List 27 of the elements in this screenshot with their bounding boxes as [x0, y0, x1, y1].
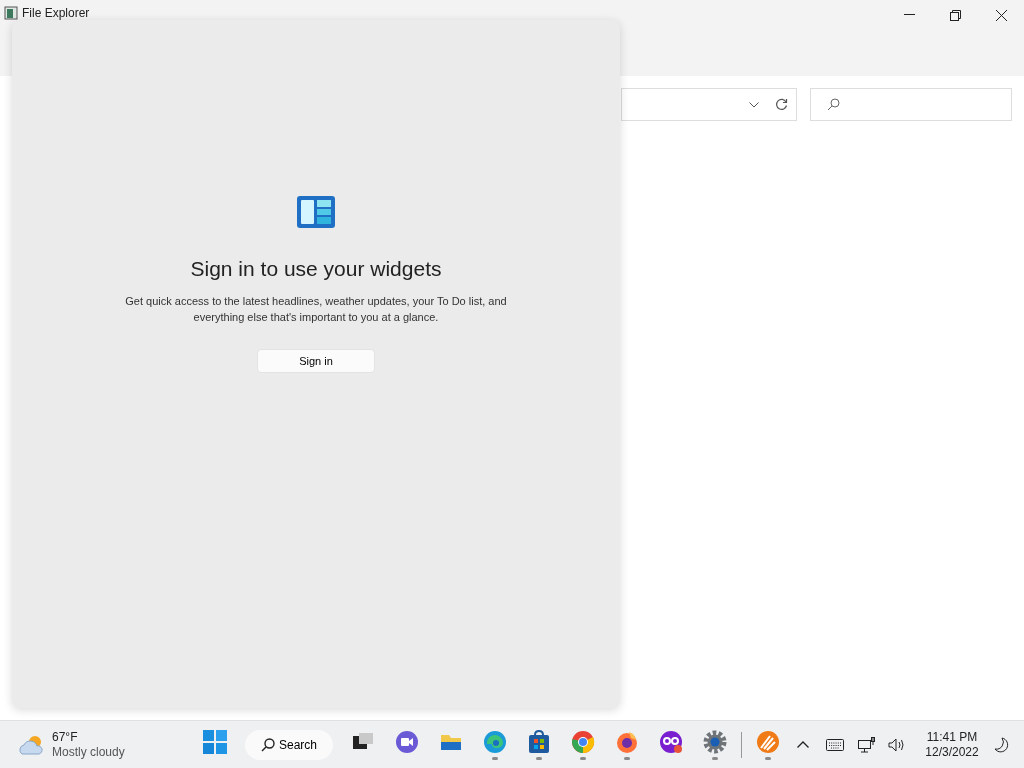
panel-description: Get quick access to the latest headlines, weather updates, your To Do list, and everything else that's important to you at a glance. [124, 293, 508, 325]
window-title: File Explorer [22, 5, 90, 22]
browser-icon [571, 729, 595, 754]
chevron-down-icon[interactable] [749, 101, 759, 108]
restore-icon [949, 9, 961, 21]
windows-logo-icon [202, 729, 227, 754]
chat-icon [395, 729, 419, 754]
store-icon [527, 729, 551, 754]
weather-condition: Mostly cloudy [52, 744, 125, 760]
app-icon [756, 729, 780, 754]
refresh-icon[interactable] [775, 98, 788, 111]
sign-in-button[interactable]: Sign in [257, 348, 375, 373]
panel-heading: Sign in to use your widgets [190, 256, 442, 283]
widgets-icon [296, 195, 336, 230]
gear-icon [703, 729, 727, 754]
search-field[interactable] [810, 88, 1012, 121]
search-button[interactable]: Search [244, 729, 333, 760]
browser-icon [483, 729, 507, 754]
cloud-sun-icon [18, 733, 44, 756]
mask-icon [659, 729, 683, 754]
minimize-icon [903, 14, 915, 16]
browser-icon [615, 729, 639, 754]
close-icon [995, 9, 1007, 21]
temperature: 67°F [52, 729, 79, 745]
search-icon [827, 98, 840, 111]
clock[interactable]: 11:41 PM 12/3/2022 [922, 724, 982, 765]
search-icon [260, 737, 275, 752]
